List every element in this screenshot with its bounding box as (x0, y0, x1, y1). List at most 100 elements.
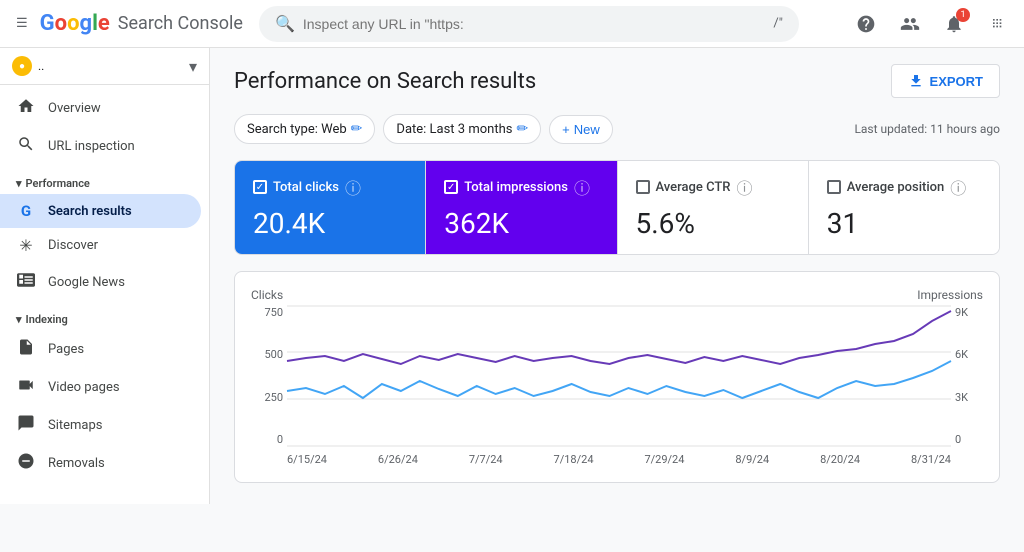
apps-icon[interactable] (980, 6, 1016, 42)
chart-left-label: Clicks (251, 288, 283, 302)
url-inspection-icon (16, 135, 36, 157)
chart-right-label: Impressions (917, 288, 983, 302)
header-actions: 1 (848, 6, 1016, 42)
sidebar-label-overview: Overview (48, 101, 101, 116)
new-filter-button[interactable]: + New (549, 115, 613, 144)
new-label: New (574, 122, 600, 137)
account-icon[interactable] (892, 6, 928, 42)
position-label: Average position (847, 180, 945, 195)
performance-section-header: ▾ Performance (0, 165, 209, 194)
url-search-input[interactable] (303, 16, 774, 32)
sitemaps-icon (16, 414, 36, 436)
clicks-checkbox[interactable] (253, 180, 267, 194)
sidebar-item-removals[interactable]: Removals (0, 444, 201, 482)
date-range-edit-icon[interactable]: ✏ (516, 121, 528, 137)
sidebar-label-pages: Pages (48, 342, 84, 357)
sidebar-nav: Overview URL inspection ▾ Performance G … (0, 85, 209, 486)
sidebar-item-search-results[interactable]: G Search results (0, 194, 201, 228)
sidebar: ● .. ▾ Overview URL inspection ▾ Perform… (0, 48, 210, 504)
chart-svg-container (287, 306, 951, 446)
news-icon (16, 271, 36, 293)
sidebar-item-video-pages[interactable]: Video pages (0, 368, 201, 406)
x-axis-labels: 6/15/24 6/26/24 7/7/24 7/18/24 7/29/24 8… (287, 453, 951, 466)
impressions-help-icon[interactable]: ⓘ (574, 175, 590, 199)
main-header: Performance on Search results EXPORT (234, 64, 1000, 98)
position-value: 31 (827, 207, 981, 240)
pages-icon (16, 338, 36, 360)
search-icon: 🔍 (275, 14, 295, 33)
video-icon (16, 376, 36, 398)
impressions-value: 362K (444, 207, 598, 240)
metric-cards: Total clicks ⓘ 20.4K Total impressions ⓘ… (234, 160, 1000, 255)
property-selector[interactable]: ● .. ▾ (0, 48, 209, 85)
date-range-filter[interactable]: Date: Last 3 months ✏ (383, 114, 541, 144)
filter-row: Search type: Web ✏ Date: Last 3 months ✏… (234, 114, 1000, 144)
notification-badge: 1 (956, 8, 970, 22)
plus-icon: + (562, 122, 570, 137)
impressions-checkbox[interactable] (444, 180, 458, 194)
sidebar-label-url-inspection: URL inspection (48, 139, 135, 154)
search-type-label: Search type: Web (247, 122, 347, 137)
chart-lines (287, 306, 951, 446)
metric-avg-ctr[interactable]: Average CTR ⓘ 5.6% (618, 161, 809, 254)
export-button[interactable]: EXPORT (891, 64, 1000, 98)
removals-icon (16, 452, 36, 474)
app-title: Search Console (118, 13, 243, 34)
menu-icon[interactable]: ☰ (8, 8, 36, 39)
metric-total-clicks[interactable]: Total clicks ⓘ 20.4K (235, 161, 426, 254)
metric-total-impressions[interactable]: Total impressions ⓘ 362K (426, 161, 617, 254)
expand-indexing-icon[interactable]: ▾ (16, 313, 22, 326)
clicks-value: 20.4K (253, 207, 407, 240)
sidebar-item-sitemaps[interactable]: Sitemaps (0, 406, 201, 444)
impressions-label: Total impressions (464, 180, 568, 195)
search-type-edit-icon[interactable]: ✏ (351, 121, 363, 137)
metric-avg-position[interactable]: Average position ⓘ 31 (809, 161, 999, 254)
notification-icon[interactable]: 1 (936, 6, 972, 42)
sidebar-label-search-results: Search results (48, 204, 132, 219)
google-g-icon: G (16, 202, 36, 220)
home-icon (16, 97, 36, 119)
performance-section-label: Performance (26, 177, 90, 190)
ctr-value: 5.6% (636, 207, 790, 240)
indexing-section-label: Indexing (26, 313, 68, 326)
export-label: EXPORT (930, 74, 983, 89)
clicks-help-icon[interactable]: ⓘ (345, 175, 361, 199)
indexing-section-header: ▾ Indexing (0, 301, 209, 330)
property-icon: ● (12, 56, 32, 76)
sidebar-label-removals: Removals (48, 456, 105, 471)
y-axis-left: 750 500 250 0 (251, 306, 283, 446)
sidebar-label-discover: Discover (48, 238, 98, 253)
sidebar-item-google-news[interactable]: Google News (0, 263, 201, 301)
y-axis-right: 9K 6K 3K 0 (955, 306, 983, 446)
ctr-label: Average CTR (656, 180, 731, 195)
clicks-label: Total clicks (273, 180, 339, 195)
sidebar-label-sitemaps: Sitemaps (48, 418, 103, 433)
sidebar-label-google-news: Google News (48, 275, 125, 290)
sidebar-item-overview[interactable]: Overview (0, 89, 201, 127)
sidebar-item-pages[interactable]: Pages (0, 330, 201, 368)
help-icon[interactable] (848, 6, 884, 42)
property-name: .. (38, 59, 183, 73)
ctr-checkbox[interactable] (636, 180, 650, 194)
main-content: Performance on Search results EXPORT Sea… (210, 48, 1024, 504)
date-range-label: Date: Last 3 months (396, 122, 512, 137)
last-updated-label: Last updated: 11 hours ago (854, 122, 1000, 136)
position-checkbox[interactable] (827, 180, 841, 194)
performance-chart: Clicks Impressions 750 500 250 0 9K 6K 3… (234, 271, 1000, 483)
sidebar-item-url-inspection[interactable]: URL inspection (0, 127, 201, 165)
discover-icon: ✳ (16, 236, 36, 255)
position-help-icon[interactable]: ⓘ (950, 175, 966, 199)
search-type-filter[interactable]: Search type: Web ✏ (234, 114, 375, 144)
page-title: Performance on Search results (234, 69, 536, 94)
google-logo: Google (40, 11, 110, 36)
sidebar-item-discover[interactable]: ✳ Discover (0, 228, 201, 263)
search-suffix: /" (773, 16, 783, 31)
ctr-help-icon[interactable]: ⓘ (736, 175, 752, 199)
main-layout: ● .. ▾ Overview URL inspection ▾ Perform… (0, 48, 1024, 504)
expand-performance-icon[interactable]: ▾ (16, 177, 22, 190)
property-chevron-icon: ▾ (189, 57, 197, 76)
url-search-bar[interactable]: 🔍 /" (259, 6, 799, 42)
sidebar-label-video-pages: Video pages (48, 380, 120, 395)
chart-area: 750 500 250 0 9K 6K 3K 0 (251, 306, 983, 466)
app-header: ☰ Google Search Console 🔍 /" 1 (0, 0, 1024, 48)
